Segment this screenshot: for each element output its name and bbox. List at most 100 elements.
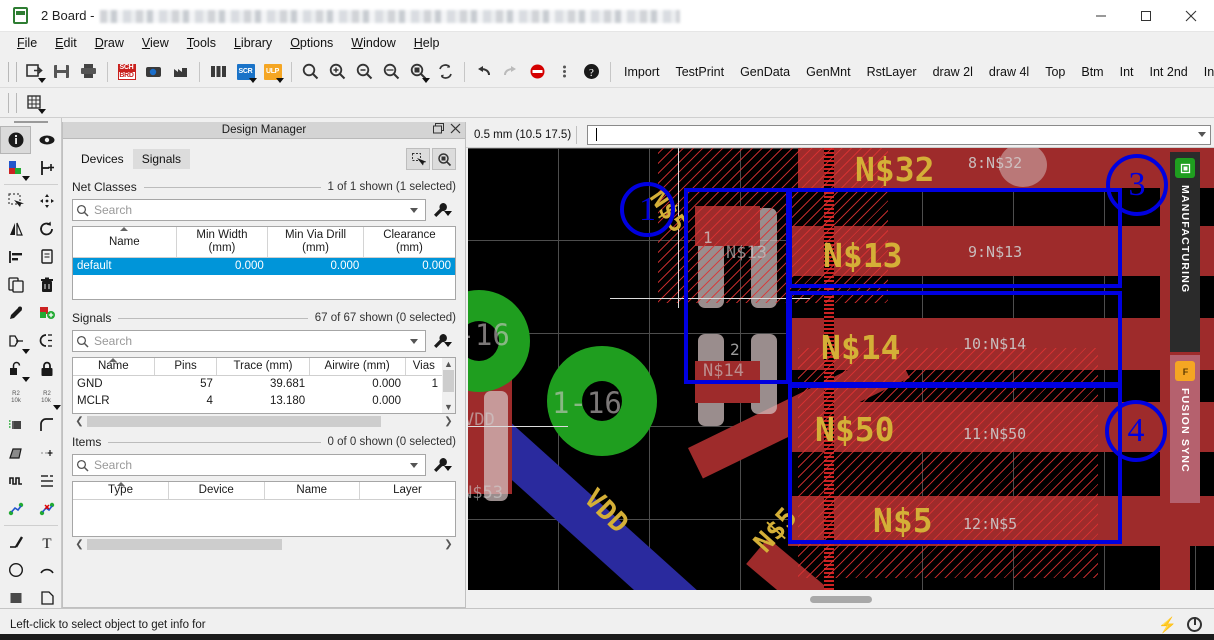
text-icon[interactable]: T: [31, 528, 62, 556]
value-icon[interactable]: R2 10k: [0, 383, 31, 411]
display-layers-icon[interactable]: [0, 154, 31, 182]
smash-icon[interactable]: [0, 355, 31, 383]
table-row[interactable]: default 0.000 0.000 0.000: [73, 257, 455, 275]
polygon-icon[interactable]: [0, 439, 31, 467]
col-layer[interactable]: Layer: [359, 482, 455, 500]
undo-icon[interactable]: [471, 59, 496, 84]
command-rstlayer[interactable]: RstLayer: [859, 62, 925, 82]
items-horizontal-scrollbar[interactable]: ❮ ❯: [72, 536, 456, 552]
mark-icon[interactable]: [31, 154, 62, 182]
toolbar-grip[interactable]: [8, 61, 17, 82]
chevron-down-icon[interactable]: [410, 338, 418, 344]
menu-help[interactable]: Help: [405, 34, 449, 52]
arc-icon[interactable]: [31, 411, 62, 439]
airwire-icon[interactable]: [31, 495, 62, 523]
grid-icon[interactable]: [22, 90, 47, 115]
scroll-down-icon[interactable]: ▼: [444, 401, 453, 413]
sch-brd-switch-icon[interactable]: SCH BRD: [114, 59, 139, 84]
camera-icon[interactable]: [141, 59, 166, 84]
canvas-horizontal-scrollbar[interactable]: [468, 590, 1214, 608]
power-icon[interactable]: [1187, 617, 1202, 632]
tab-devices[interactable]: Devices: [72, 149, 133, 169]
more-icon[interactable]: [552, 59, 577, 84]
col-name[interactable]: Name: [73, 227, 177, 258]
ulp-icon[interactable]: ULP: [260, 59, 285, 84]
wire-icon[interactable]: [0, 528, 31, 556]
delete-icon[interactable]: [31, 271, 62, 299]
toolbar-grip-2[interactable]: [8, 92, 17, 113]
command-draw-2l[interactable]: draw 2l: [925, 62, 981, 82]
col-airwire[interactable]: Airwire (mm): [309, 358, 406, 376]
info-icon[interactable]: [0, 126, 31, 154]
items-settings-button[interactable]: [426, 456, 456, 474]
signals-settings-button[interactable]: [426, 332, 456, 350]
menu-draw[interactable]: Draw: [86, 34, 133, 52]
col-vias[interactable]: Vias: [405, 358, 442, 376]
scrollbar-thumb[interactable]: [443, 370, 454, 392]
menu-options[interactable]: Options: [281, 34, 342, 52]
via-icon[interactable]: [0, 411, 31, 439]
sidebar-tab-manufacturing[interactable]: MANUFACTURING: [1170, 152, 1200, 352]
open-project-icon[interactable]: [22, 59, 47, 84]
arc2-icon[interactable]: [31, 556, 62, 584]
scroll-right-icon[interactable]: ❯: [441, 539, 456, 550]
col-item-name[interactable]: Name: [264, 482, 360, 500]
replace-icon[interactable]: [0, 327, 31, 355]
name-icon[interactable]: [31, 327, 62, 355]
chevron-down-icon[interactable]: [1198, 132, 1206, 137]
command-import[interactable]: Import: [616, 62, 667, 82]
command-genmnt[interactable]: GenMnt: [798, 62, 858, 82]
scroll-left-icon[interactable]: ❮: [72, 539, 87, 550]
close-icon[interactable]: [450, 123, 461, 137]
align-icon[interactable]: [0, 243, 31, 271]
col-clearance[interactable]: Clearance (mm): [363, 227, 455, 258]
pcb-canvas[interactable]: 1-16 1-16 VDD N$5 N$5 N$32 N$13: [468, 148, 1214, 590]
table-row[interactable]: MCLR 4 13.180 0.000: [73, 393, 442, 410]
signal-icon[interactable]: [0, 467, 31, 495]
scroll-right-icon[interactable]: ❯: [441, 416, 456, 427]
scroll-left-icon[interactable]: ❮: [72, 416, 87, 427]
col-type[interactable]: Type: [73, 482, 169, 500]
add-part-icon[interactable]: [31, 299, 62, 327]
change-icon[interactable]: [0, 299, 31, 327]
menu-edit[interactable]: Edit: [46, 34, 86, 52]
menu-tools[interactable]: Tools: [178, 34, 225, 52]
col-signal-name[interactable]: Name: [73, 358, 155, 376]
scr-script-icon[interactable]: SCR: [233, 59, 258, 84]
chevron-down-icon[interactable]: [410, 462, 418, 468]
table-row[interactable]: GND 57 39.681 0.000 1: [73, 376, 442, 394]
rail-drag-handle[interactable]: [13, 121, 48, 123]
restore-icon[interactable]: [433, 123, 444, 137]
show-icon[interactable]: [31, 126, 62, 154]
signals-search-input[interactable]: Search: [72, 330, 426, 352]
command-btm[interactable]: Btm: [1073, 62, 1111, 82]
col-pins[interactable]: Pins: [154, 358, 218, 376]
attribute-icon[interactable]: R2 10k: [31, 383, 62, 411]
tab-signals[interactable]: Signals: [132, 149, 191, 169]
move-icon[interactable]: [31, 187, 62, 215]
zoom-select-icon[interactable]: [406, 59, 431, 84]
command-input[interactable]: [587, 124, 1211, 145]
save-icon[interactable]: [49, 59, 74, 84]
menu-library[interactable]: Library: [225, 34, 281, 52]
refresh-icon[interactable]: [433, 59, 458, 84]
command-testprint[interactable]: TestPrint: [667, 62, 732, 82]
chevron-down-icon[interactable]: [410, 207, 418, 213]
circle-icon[interactable]: [0, 556, 31, 584]
close-button[interactable]: [1168, 0, 1214, 32]
scrollbar-thumb[interactable]: [810, 595, 872, 603]
mirror-icon[interactable]: [0, 215, 31, 243]
command-int[interactable]: Int: [1112, 62, 1142, 82]
col-min-width[interactable]: Min Width (mm): [176, 227, 269, 258]
command-top[interactable]: Top: [1037, 62, 1073, 82]
command-int-3rd[interactable]: Int 3rd: [1196, 62, 1214, 82]
copy-icon[interactable]: [31, 243, 62, 271]
col-min-via-drill[interactable]: Min Via Drill (mm): [267, 227, 364, 258]
sidebar-tab-fusion-sync[interactable]: F FUSION SYNC: [1170, 355, 1200, 503]
rotate-icon[interactable]: [31, 215, 62, 243]
select-mode-icon[interactable]: [406, 148, 430, 170]
menu-view[interactable]: View: [133, 34, 178, 52]
zoom-redraw-icon[interactable]: [379, 59, 404, 84]
route-icon[interactable]: [31, 467, 62, 495]
redo-icon[interactable]: [498, 59, 523, 84]
